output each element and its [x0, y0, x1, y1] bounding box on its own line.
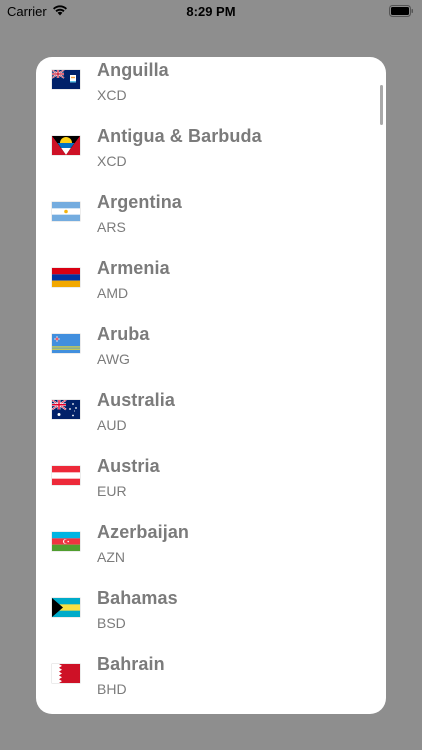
austria-flag-icon	[52, 466, 80, 485]
country-name: Armenia	[97, 258, 170, 278]
list-item-aruba[interactable]: Aruba AWG	[36, 321, 386, 387]
currency-code: AUD	[97, 417, 127, 433]
bahrain-flag-icon	[52, 664, 80, 683]
country-name: Anguilla	[97, 60, 169, 80]
country-name: Antigua & Barbuda	[97, 126, 262, 146]
list-item-anguilla[interactable]: Anguilla XCD	[36, 57, 386, 123]
argentina-flag-icon	[52, 202, 80, 221]
list-item-australia[interactable]: Australia AUD	[36, 387, 386, 453]
battery-icon	[389, 5, 414, 20]
azerbaijan-flag-icon	[52, 532, 80, 551]
armenia-flag-icon	[52, 268, 80, 287]
list-item-bahamas[interactable]: Bahamas BSD	[36, 585, 386, 651]
clock: 8:29 PM	[186, 4, 236, 19]
list-item-bahrain[interactable]: Bahrain BHD	[36, 651, 386, 714]
currency-code: XCD	[97, 153, 127, 169]
anguilla-flag-icon	[52, 70, 80, 89]
currency-code: EUR	[97, 483, 127, 499]
list-item-antigua-barbuda[interactable]: Antigua & Barbuda XCD	[36, 123, 386, 189]
status-bar: Carrier 8:29 PM	[0, 0, 422, 22]
country-name: Aruba	[97, 324, 150, 344]
currency-code: BHD	[97, 681, 127, 697]
australia-flag-icon	[52, 400, 80, 419]
country-name: Bahamas	[97, 588, 178, 608]
antigua-barbuda-flag-icon	[52, 136, 80, 155]
country-name: Austria	[97, 456, 160, 476]
currency-code: AWG	[97, 351, 130, 367]
bahamas-flag-icon	[52, 598, 80, 617]
country-name: Azerbaijan	[97, 522, 190, 542]
aruba-flag-icon	[52, 334, 80, 353]
list-item-argentina[interactable]: Argentina ARS	[36, 189, 386, 255]
currency-code: AZN	[97, 549, 125, 565]
currency-code: AMD	[97, 285, 129, 301]
country-name: Bahrain	[97, 654, 165, 674]
currency-code: BSD	[97, 615, 126, 631]
currency-code: XCD	[97, 87, 127, 103]
scroll-indicator[interactable]	[380, 85, 383, 125]
list-item-azerbaijan[interactable]: Azerbaijan AZN	[36, 519, 386, 585]
currency-code: ARS	[97, 219, 126, 235]
country-name: Australia	[97, 390, 175, 410]
list-item-austria[interactable]: Austria EUR	[36, 453, 386, 519]
list-item-armenia[interactable]: Armenia AMD	[36, 255, 386, 321]
currency-picker-sheet[interactable]: Anguilla XCD Antigua & Barbuda XCD Argen…	[36, 57, 386, 714]
country-name: Argentina	[97, 192, 182, 212]
